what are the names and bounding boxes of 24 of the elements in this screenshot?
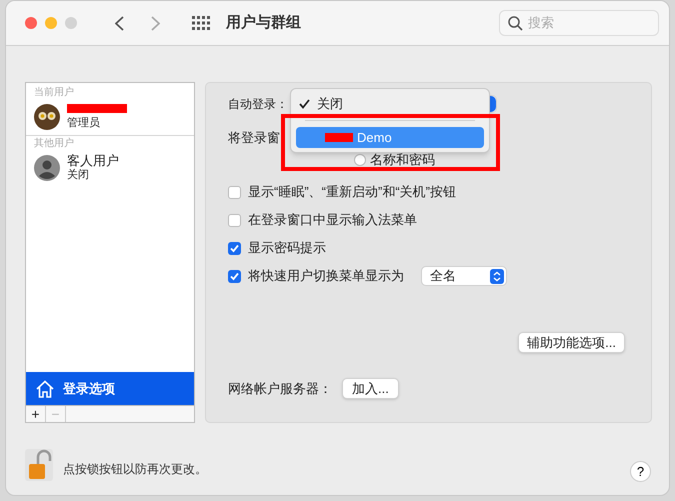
checkbox-label: 将快速用户切换菜单显示为 xyxy=(248,267,404,286)
checkbox-label: 在登录窗口中显示输入法菜单 xyxy=(248,211,417,230)
name-display-popup[interactable]: 全名 xyxy=(421,266,507,286)
menu-item[interactable]: 关闭 xyxy=(296,93,484,114)
checkbox-label: 显示密码提示 xyxy=(248,239,326,258)
section-heading: 当前用户 xyxy=(33,86,75,99)
search-field[interactable]: 搜索 xyxy=(499,10,659,36)
display-label: 将登录窗 xyxy=(228,129,280,147)
search-input[interactable]: 搜索 xyxy=(528,13,648,33)
checkbox-label: 显示“睡眠”、“重新启动”和“关机”按钮 xyxy=(248,183,456,202)
join-button[interactable]: 加入... xyxy=(342,378,399,399)
lock-hint: 点按锁按钮以防再次更改。 xyxy=(63,460,207,478)
section-heading: 其他用户 xyxy=(33,137,75,150)
user-role: 关闭 xyxy=(67,168,90,183)
autologin-label: 自动登录： xyxy=(228,96,288,113)
network-label: 网络帐户服务器： xyxy=(228,380,332,398)
accessibility-options-button[interactable]: 辅助功能选项... xyxy=(518,332,625,353)
window-title: 用户与群组 xyxy=(226,12,301,33)
radio-label: 名称和密码 xyxy=(370,151,435,170)
add-button[interactable]: + xyxy=(26,406,46,422)
login-options-item[interactable]: 登录选项 xyxy=(26,372,194,405)
user-name: 客人用户 xyxy=(67,153,119,168)
user-role: 管理员 xyxy=(67,116,101,130)
help-button[interactable]: ? xyxy=(630,461,651,482)
